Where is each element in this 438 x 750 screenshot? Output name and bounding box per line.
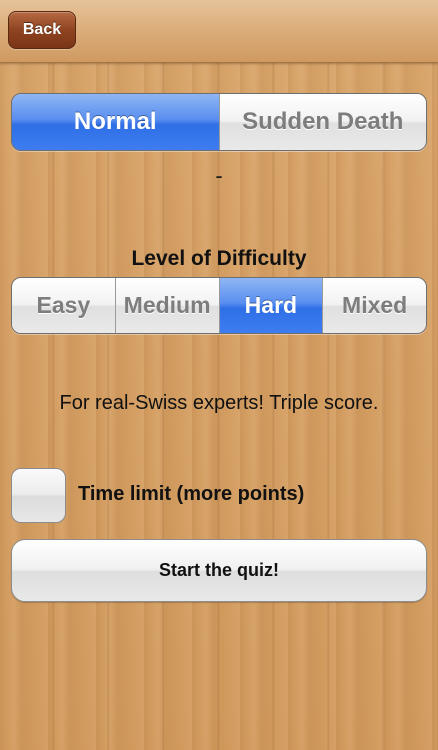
time-limit-checkbox[interactable] [11,468,66,523]
time-limit-label: Time limit (more points) [78,483,305,505]
back-button[interactable]: Back [8,11,76,49]
difficulty-option-medium[interactable]: Medium [114,278,219,333]
start-quiz-button[interactable]: Start the quiz! [11,539,427,602]
difficulty-option-hard[interactable]: Hard [218,278,323,333]
difficulty-option-easy[interactable]: Easy [12,278,115,333]
difficulty-option-mixed[interactable]: Mixed [322,278,426,333]
difficulty-segmented-control: Easy Medium Hard Mixed [11,277,427,334]
game-mode-segmented-control: Normal Sudden Death [11,93,427,151]
mode-option-sudden-death[interactable]: Sudden Death [218,94,426,150]
mode-option-normal[interactable]: Normal [12,94,219,150]
navigation-bar: Back [0,0,438,63]
difficulty-description: For real-Swiss experts! Triple score. [59,392,379,414]
difficulty-heading: Level of Difficulty [131,247,307,270]
mode-separator-text: - [215,163,223,188]
